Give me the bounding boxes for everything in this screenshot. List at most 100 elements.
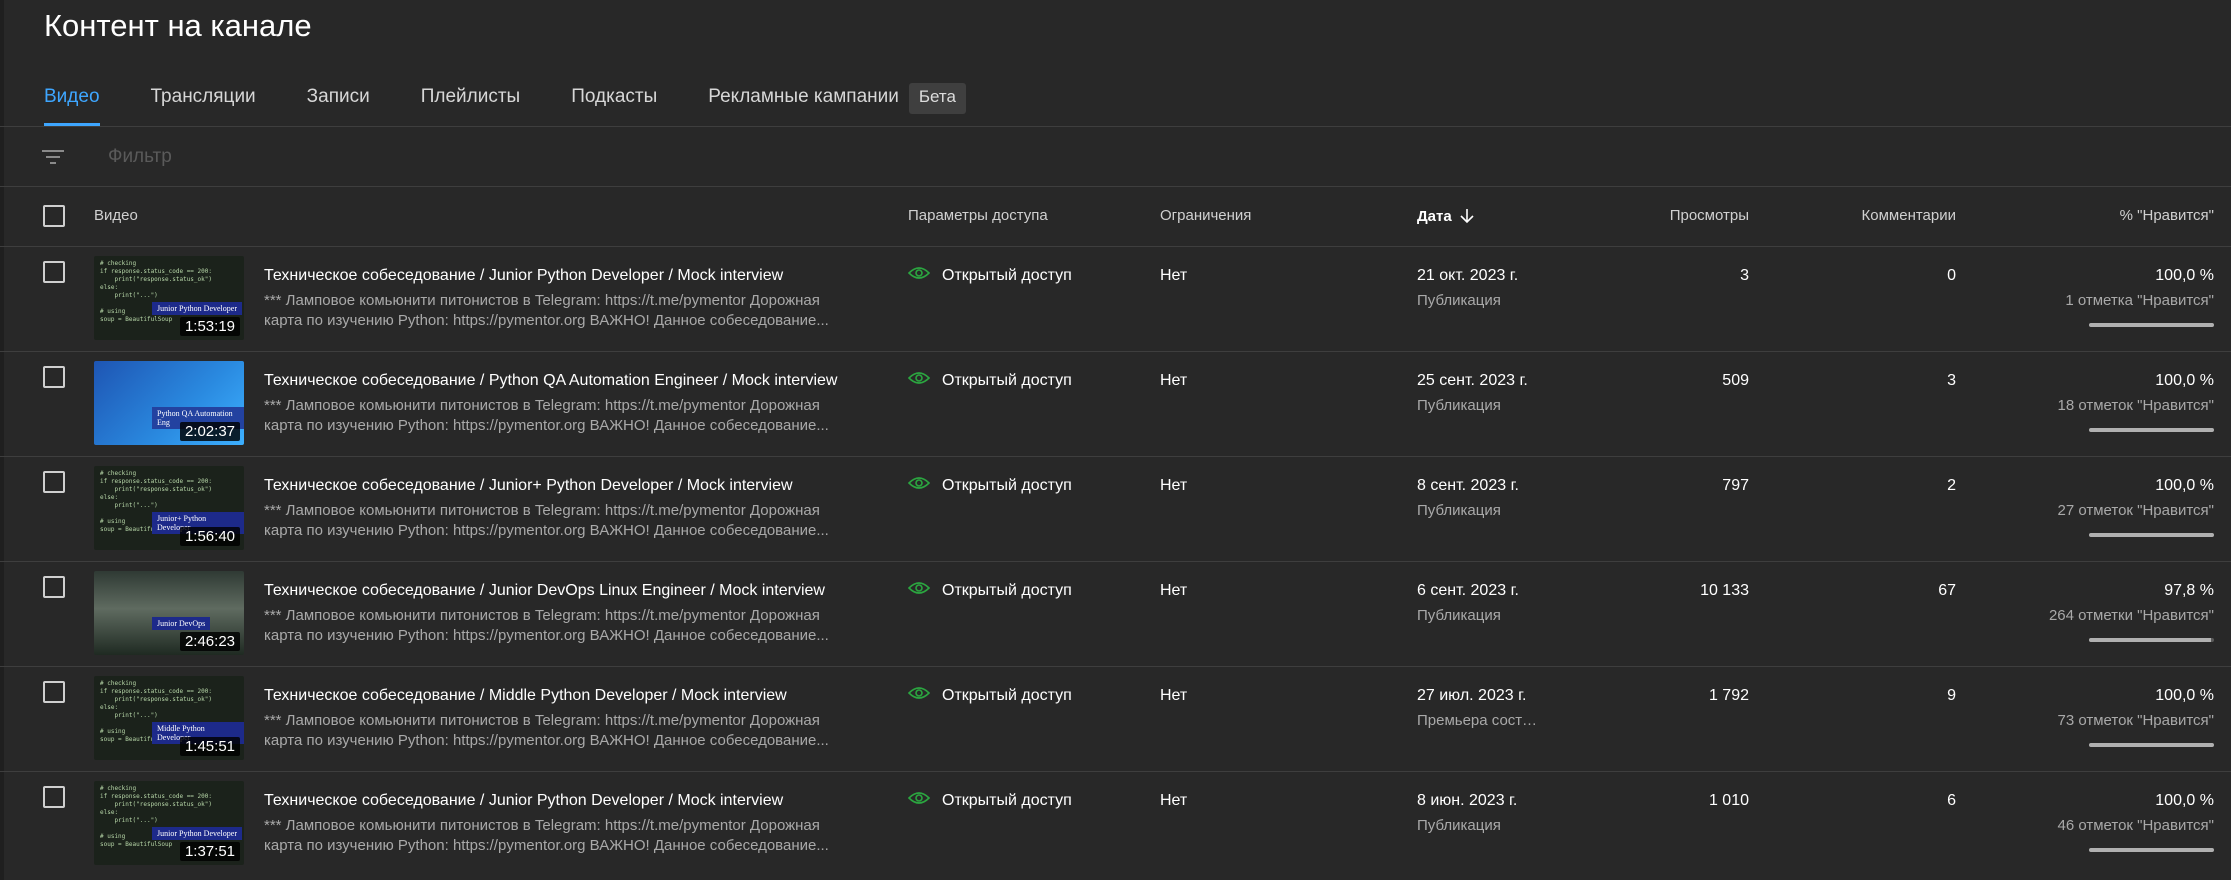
- date-cell: 21 окт. 2023 г.: [1417, 267, 1519, 284]
- column-visibility: Параметры доступа: [908, 207, 1048, 224]
- row-checkbox[interactable]: [43, 786, 65, 808]
- likes-percent: 97,8 %: [2164, 582, 2214, 599]
- column-likes[interactable]: % "Нравится": [2120, 207, 2214, 224]
- visibility-cell[interactable]: Открытый доступ: [908, 372, 1072, 390]
- video-description: *** Ламповое комьюнити питонистов в Tele…: [264, 817, 829, 854]
- row-checkbox[interactable]: [43, 366, 65, 388]
- table-row[interactable]: # checking if response.status_code == 20…: [0, 667, 2231, 772]
- video-thumbnail[interactable]: # checking if response.status_code == 20…: [94, 781, 244, 865]
- date-status: Публикация: [1417, 607, 1501, 624]
- eye-icon: [908, 267, 930, 279]
- video-thumbnail[interactable]: # checking if response.status_code == 20…: [94, 676, 244, 760]
- video-title[interactable]: Техническое собеседование / Middle Pytho…: [264, 687, 787, 705]
- visibility-cell[interactable]: Открытый доступ: [908, 267, 1072, 285]
- video-duration: 2:02:37: [179, 422, 240, 441]
- restrictions-cell: Нет: [1160, 792, 1188, 809]
- table-row[interactable]: # checking if response.status_code == 20…: [0, 247, 2231, 352]
- visibility-label: Открытый доступ: [942, 372, 1072, 389]
- likes-bar: [2089, 848, 2214, 852]
- visibility-cell[interactable]: Открытый доступ: [908, 687, 1072, 705]
- date-status: Публикация: [1417, 292, 1501, 309]
- row-checkbox[interactable]: [43, 471, 65, 493]
- likes-count: 46 отметок "Нравится": [2057, 817, 2214, 834]
- column-date-label: Дата: [1417, 207, 1452, 225]
- tab-podcasts[interactable]: Подкасты: [571, 80, 657, 126]
- views-cell: 3: [1740, 267, 1749, 284]
- comments-cell: 6: [1947, 792, 1956, 809]
- page-title: Контент на канале: [44, 8, 312, 43]
- likes-bar-fill: [2089, 428, 2214, 432]
- filter-icon[interactable]: [40, 144, 66, 170]
- video-thumbnail[interactable]: Junior DevOps 2:46:23: [94, 571, 244, 655]
- video-duration: 1:56:40: [179, 527, 240, 546]
- restrictions-cell: Нет: [1160, 687, 1188, 704]
- views-cell: 509: [1722, 372, 1749, 389]
- table-row[interactable]: Python QA Automation Eng 2:02:37 Техниче…: [0, 352, 2231, 457]
- visibility-cell[interactable]: Открытый доступ: [908, 477, 1072, 495]
- video-thumbnail[interactable]: # checking if response.status_code == 20…: [94, 256, 244, 340]
- tab-playlists[interactable]: Плейлисты: [421, 80, 520, 126]
- video-thumbnail[interactable]: Python QA Automation Eng 2:02:37: [94, 361, 244, 445]
- row-checkbox[interactable]: [43, 261, 65, 283]
- table-row[interactable]: # checking if response.status_code == 20…: [0, 457, 2231, 562]
- content-tabs: Видео Трансляции Записи Плейлисты Подкас…: [44, 80, 1017, 126]
- eye-icon: [908, 687, 930, 699]
- likes-bar: [2089, 638, 2214, 642]
- video-title[interactable]: Техническое собеседование / Python QA Au…: [264, 372, 837, 390]
- likes-count: 1 отметка "Нравится": [2065, 292, 2214, 309]
- thumbnail-label: Junior DevOps: [152, 617, 211, 630]
- restrictions-cell: Нет: [1160, 267, 1188, 284]
- row-checkbox[interactable]: [43, 681, 65, 703]
- visibility-label: Открытый доступ: [942, 687, 1072, 704]
- date-cell: 27 июл. 2023 г.: [1417, 687, 1527, 704]
- video-description: *** Ламповое комьюнити питонистов в Tele…: [264, 712, 829, 749]
- visibility-label: Открытый доступ: [942, 477, 1072, 494]
- video-duration: 1:37:51: [179, 842, 240, 861]
- video-title[interactable]: Техническое собеседование / Junior Pytho…: [264, 792, 783, 810]
- likes-bar-fill: [2089, 323, 2214, 327]
- video-title[interactable]: Техническое собеседование / Junior+ Pyth…: [264, 477, 793, 495]
- likes-percent: 100,0 %: [2155, 267, 2214, 284]
- video-description: *** Ламповое комьюнити питонистов в Tele…: [264, 397, 829, 434]
- visibility-cell[interactable]: Открытый доступ: [908, 792, 1072, 810]
- column-views[interactable]: Просмотры: [1670, 207, 1749, 224]
- row-checkbox[interactable]: [43, 576, 65, 598]
- column-date[interactable]: Дата: [1417, 207, 1476, 225]
- table-row[interactable]: # checking if response.status_code == 20…: [0, 772, 2231, 877]
- comments-cell: 67: [1938, 582, 1956, 599]
- restrictions-cell: Нет: [1160, 582, 1188, 599]
- likes-count: 27 отметок "Нравится": [2057, 502, 2214, 519]
- thumbnail-label: Junior Python Developer: [152, 827, 242, 840]
- tab-live[interactable]: Трансляции: [151, 80, 256, 126]
- eye-icon: [908, 792, 930, 804]
- comments-cell: 3: [1947, 372, 1956, 389]
- likes-percent: 100,0 %: [2155, 477, 2214, 494]
- visibility-label: Открытый доступ: [942, 267, 1072, 284]
- visibility-label: Открытый доступ: [942, 582, 1072, 599]
- content-header: Контент на канале Видео Трансляции Запис…: [0, 0, 2231, 127]
- eye-icon: [908, 582, 930, 594]
- table-row[interactable]: Junior DevOps 2:46:23 Техническое собесе…: [0, 562, 2231, 667]
- video-title[interactable]: Техническое собеседование / Junior Pytho…: [264, 267, 783, 285]
- likes-bar-fill: [2089, 848, 2214, 852]
- likes-bar: [2089, 428, 2214, 432]
- video-duration: 1:45:51: [179, 737, 240, 756]
- video-title[interactable]: Техническое собеседование / Junior DevOp…: [264, 582, 825, 600]
- tab-promotions[interactable]: Рекламные кампании Бета: [708, 80, 966, 126]
- column-comments[interactable]: Комментарии: [1862, 207, 1956, 224]
- likes-count: 264 отметки "Нравится": [2048, 607, 2214, 624]
- tab-videos[interactable]: Видео: [44, 80, 100, 126]
- comments-cell: 2: [1947, 477, 1956, 494]
- filter-input[interactable]: [108, 141, 608, 173]
- tab-posts[interactable]: Записи: [307, 80, 370, 126]
- video-thumbnail[interactable]: # checking if response.status_code == 20…: [94, 466, 244, 550]
- comments-cell: 9: [1947, 687, 1956, 704]
- select-all-checkbox[interactable]: [43, 205, 65, 227]
- video-duration: 1:53:19: [179, 317, 240, 336]
- restrictions-cell: Нет: [1160, 372, 1188, 389]
- visibility-cell[interactable]: Открытый доступ: [908, 582, 1072, 600]
- date-status: Публикация: [1417, 397, 1501, 414]
- date-status: Премьера состоялась: [1417, 712, 1542, 729]
- eye-icon: [908, 477, 930, 489]
- date-status: Публикация: [1417, 502, 1501, 519]
